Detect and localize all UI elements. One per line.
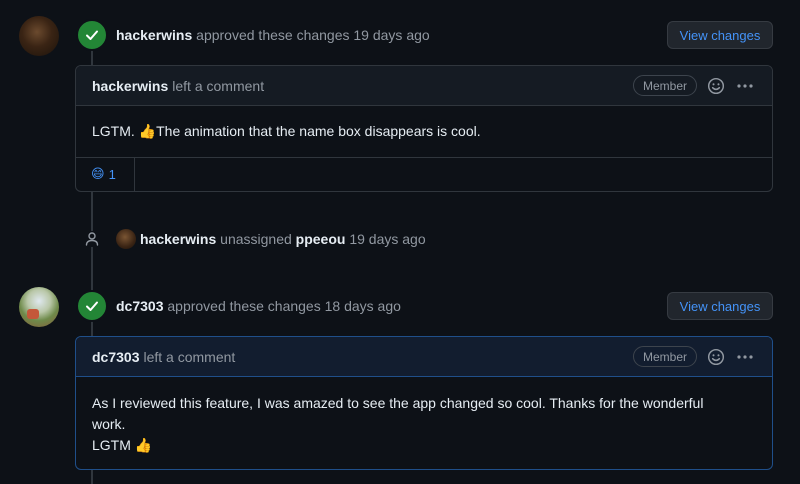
comment-header: dc7303 left a comment Member xyxy=(76,337,772,377)
avatar-small[interactable] xyxy=(116,229,136,249)
comment-body: As I reviewed this feature, I was amazed… xyxy=(76,377,772,469)
comment-author[interactable]: dc7303 xyxy=(92,349,139,365)
reactions-bar: 😄 1 xyxy=(76,157,772,191)
review-author[interactable]: dc7303 xyxy=(116,298,163,314)
comment-body: LGTM. 👍The animation that the name box d… xyxy=(92,123,481,139)
comment-author[interactable]: hackerwins xyxy=(92,78,168,94)
review-author[interactable]: hackerwins xyxy=(116,27,192,43)
unassign-event-text: hackerwins unassigned ppeeou 19 days ago xyxy=(140,231,426,247)
kebab-menu-icon[interactable] xyxy=(735,348,755,366)
add-reaction-icon[interactable] xyxy=(707,77,725,95)
view-changes-button[interactable]: View changes xyxy=(667,21,773,49)
unassign-target[interactable]: ppeeou xyxy=(296,231,346,247)
add-reaction-icon[interactable] xyxy=(707,348,725,366)
member-badge: Member xyxy=(633,346,698,367)
avatar[interactable] xyxy=(19,287,59,327)
view-changes-button[interactable]: View changes xyxy=(667,292,773,320)
comment-action: left a comment xyxy=(143,348,236,365)
comment-action: left a comment xyxy=(172,77,265,94)
reaction-emoji: 😄 xyxy=(91,167,105,182)
comment-card: hackerwins left a comment Member LGTM. 👍… xyxy=(75,65,773,192)
check-icon xyxy=(76,290,108,322)
person-icon xyxy=(84,231,100,247)
review-event-text: hackerwins approved these changes 19 day… xyxy=(116,27,430,43)
comment-line: As I reviewed this feature, I was amazed… xyxy=(92,395,704,411)
avatar[interactable] xyxy=(19,16,59,56)
review-action: approved these changes xyxy=(167,298,321,314)
check-icon xyxy=(76,19,108,51)
review-time[interactable]: 18 days ago xyxy=(325,298,401,314)
comment-header: hackerwins left a comment Member xyxy=(76,66,772,106)
reaction-count: 1 xyxy=(108,167,116,182)
review-action: approved these changes xyxy=(196,27,350,43)
review-time[interactable]: 19 days ago xyxy=(353,27,429,43)
kebab-menu-icon[interactable] xyxy=(735,77,755,95)
comment-line: work. xyxy=(92,416,126,432)
comment-card: dc7303 left a comment Member As I review… xyxy=(75,336,773,470)
member-badge: Member xyxy=(633,75,698,96)
unassign-time[interactable]: 19 days ago xyxy=(349,231,425,247)
reaction-button[interactable]: 😄 1 xyxy=(76,157,135,191)
comment-line: LGTM 👍 xyxy=(92,437,153,453)
review-event-text: dc7303 approved these changes 18 days ag… xyxy=(116,298,401,314)
unassign-action: unassigned xyxy=(220,231,292,247)
unassign-actor[interactable]: hackerwins xyxy=(140,231,216,247)
